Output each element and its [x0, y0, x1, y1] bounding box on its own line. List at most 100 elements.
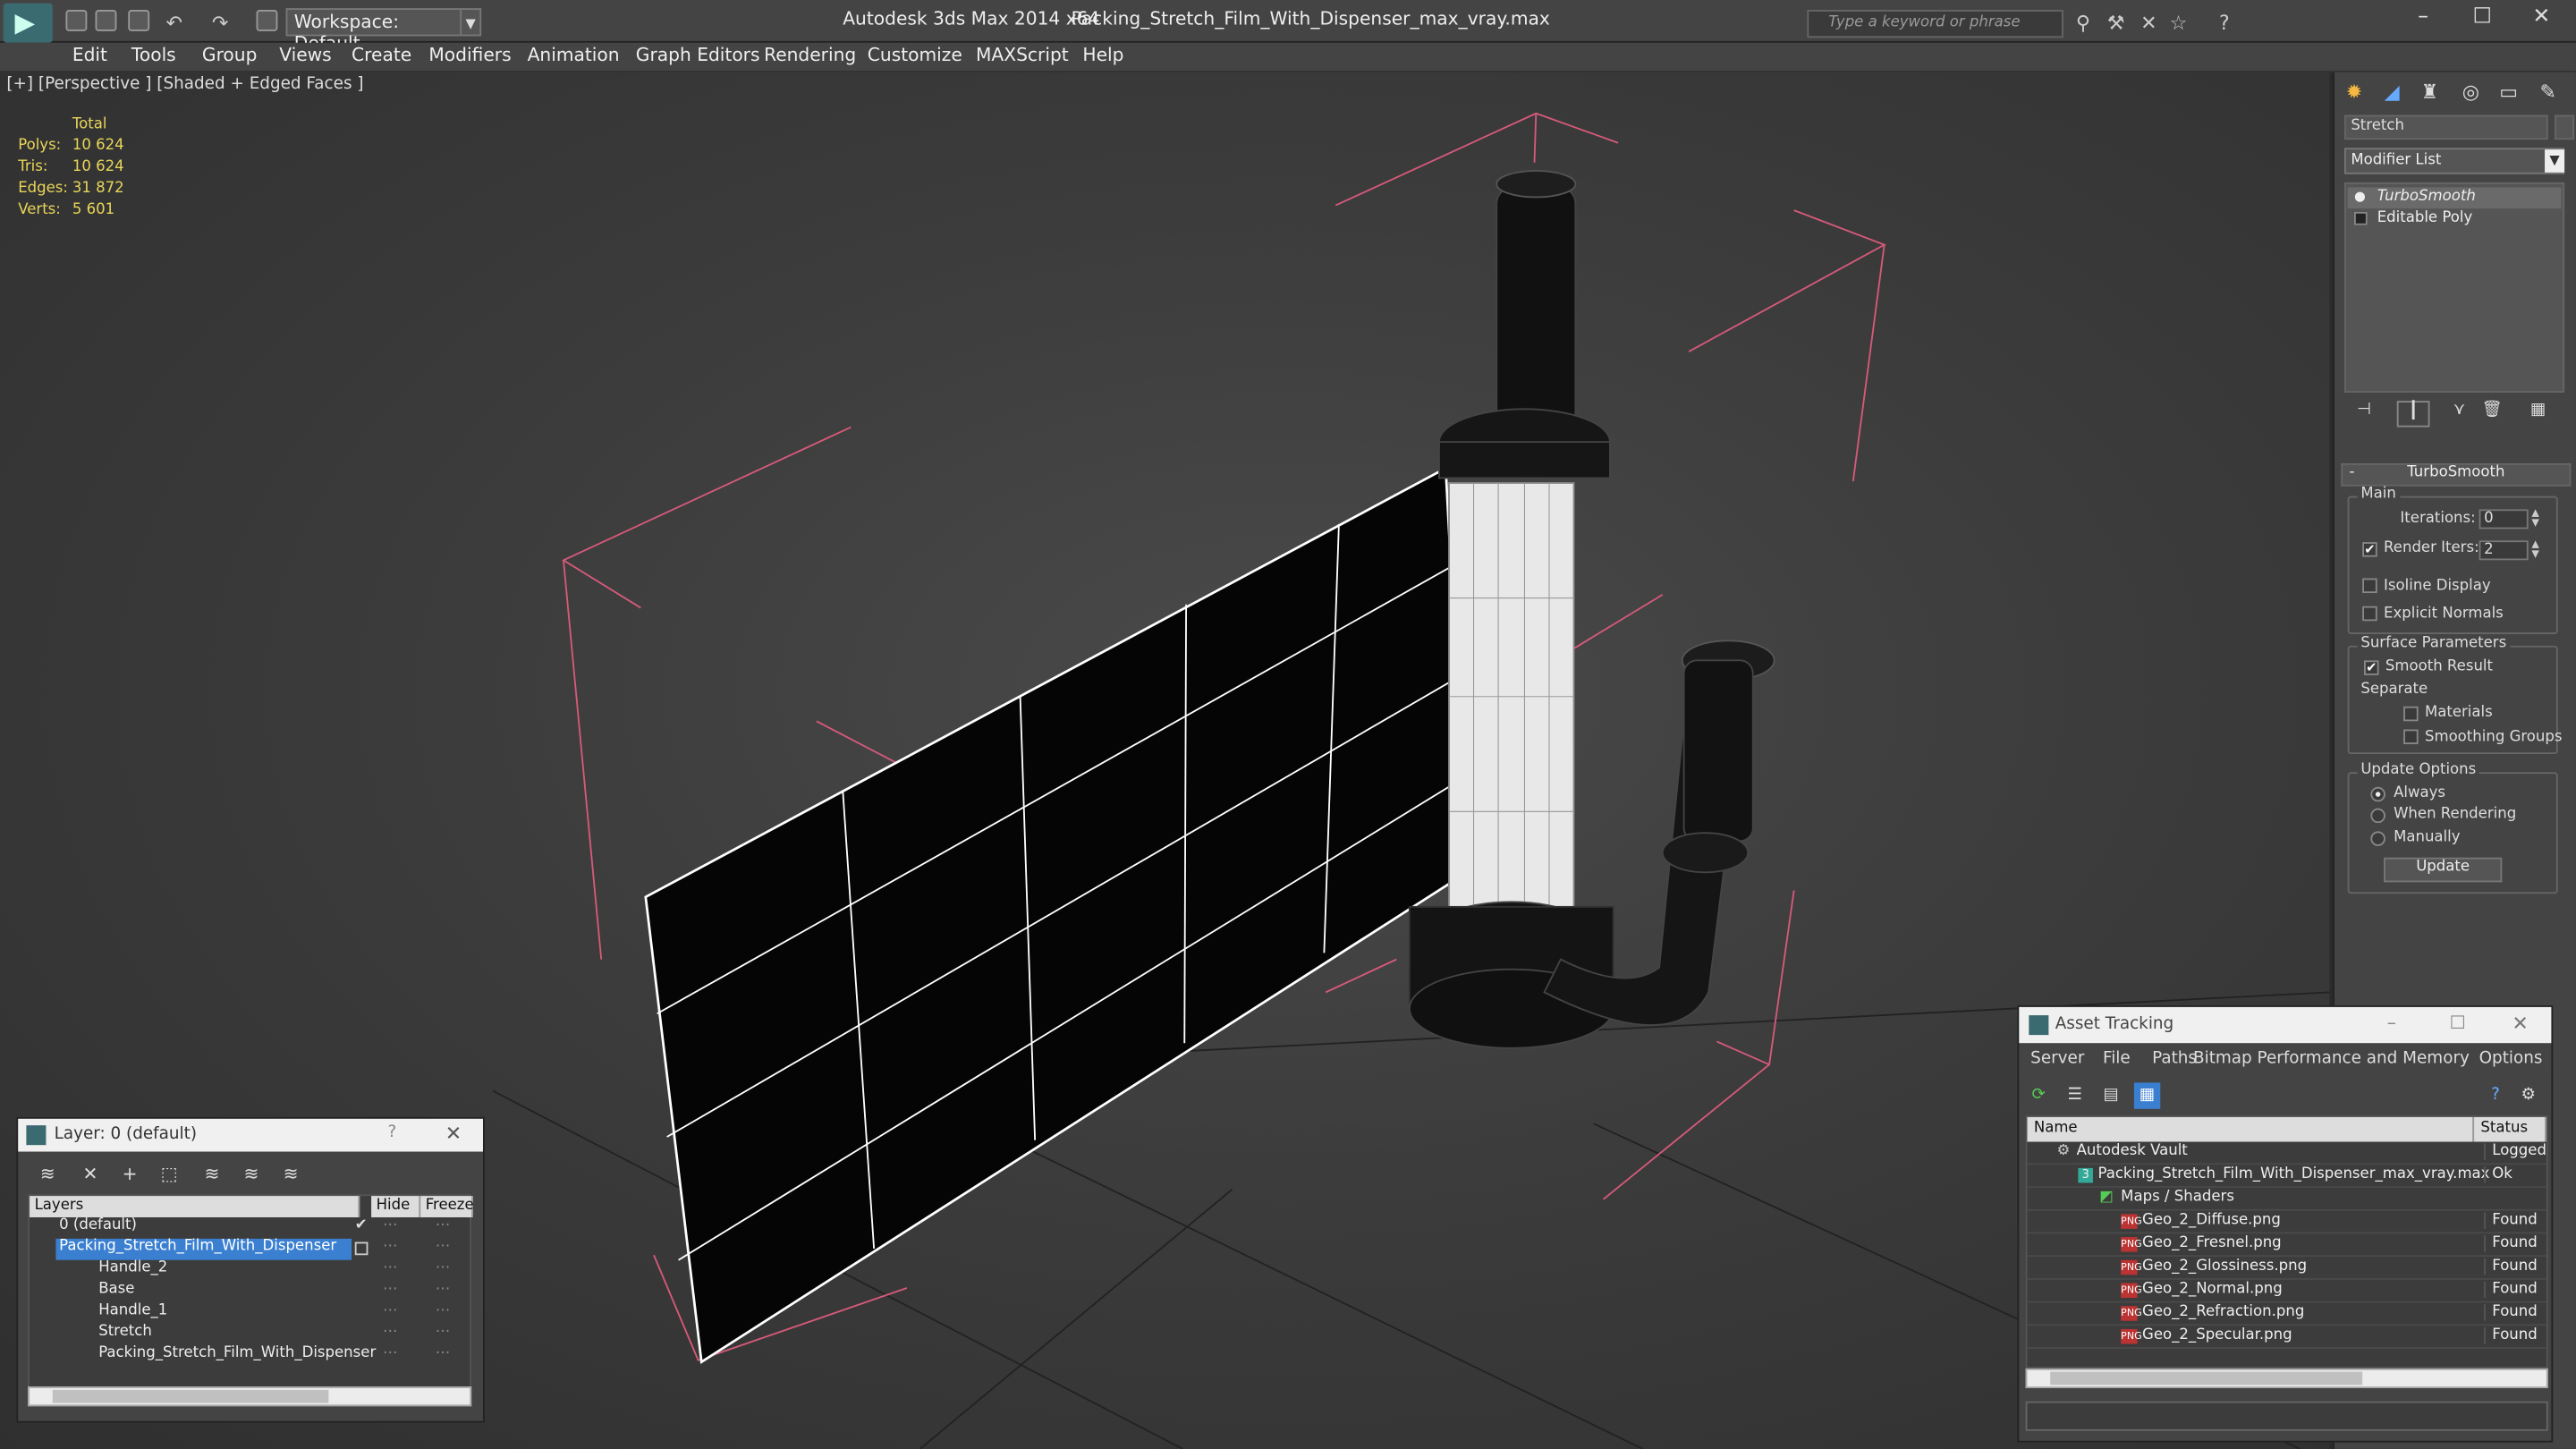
app-logo-icon[interactable]: ▶ — [3, 3, 53, 43]
open-file-icon[interactable] — [95, 10, 117, 31]
hide-toggle[interactable]: ⋯ — [383, 1324, 402, 1340]
stack-item-turbosmooth[interactable]: ● TurboSmooth — [2347, 187, 2562, 209]
always-radio[interactable] — [2370, 786, 2385, 802]
freeze-toggle[interactable]: ⋯ — [436, 1217, 455, 1233]
smooth-result-checkbox[interactable]: ✔ — [2364, 660, 2379, 675]
column-status[interactable]: Status — [2474, 1116, 2546, 1142]
spinner-arrows-icon[interactable]: ▲ ▼ — [2531, 508, 2545, 529]
freeze-toggle[interactable]: ⋯ — [436, 1345, 455, 1361]
asset-horizontal-scrollbar[interactable] — [2025, 1368, 2548, 1389]
modifier-list-dropdown[interactable]: Modifier List — [2343, 148, 2565, 174]
minimize-icon[interactable]: – — [2399, 5, 2448, 35]
freeze-toggle[interactable]: ⋯ — [436, 1303, 455, 1319]
close-icon[interactable]: ✕ — [445, 1122, 462, 1145]
table-row[interactable]: Handle_1 ⋯ ⋯ — [30, 1303, 470, 1325]
render-iters-checkbox[interactable]: ✔ — [2362, 542, 2377, 557]
menu-maxscript[interactable]: MAXScript — [976, 45, 1069, 66]
hierarchy-tab-icon[interactable]: ♜ — [2413, 77, 2446, 106]
display-tab-icon[interactable]: ▭ — [2492, 77, 2525, 106]
menu-views[interactable]: Views — [279, 45, 331, 66]
motion-tab-icon[interactable]: ◎ — [2454, 77, 2487, 106]
table-row[interactable]: ⚙ Autodesk Vault Logged C — [2027, 1142, 2546, 1165]
menu-graph-editors[interactable]: Graph Editors — [636, 45, 760, 66]
configure-modifier-sets-icon[interactable]: ▦ — [2521, 401, 2555, 427]
menu-modifiers[interactable]: Modifiers — [428, 45, 511, 66]
maximize-icon[interactable]: ☐ — [2458, 5, 2507, 35]
menu-group[interactable]: Group — [202, 45, 258, 66]
when-rendering-radio[interactable] — [2370, 808, 2385, 824]
menu-bitmap-performance[interactable]: Bitmap Performance and Memory — [2193, 1050, 2470, 1068]
workspace-dropdown[interactable]: Workspace: Default — [285, 8, 463, 55]
iterations-spinner[interactable]: 0 — [2479, 509, 2529, 530]
table-row[interactable]: Base ⋯ ⋯ — [30, 1282, 470, 1303]
column-hide[interactable]: Hide — [371, 1196, 421, 1217]
hide-toggle[interactable]: ⋯ — [383, 1260, 402, 1276]
freeze-toggle[interactable]: ⋯ — [436, 1324, 455, 1340]
viewport-label[interactable]: [+] [Perspective ] [Shaded + Edged Faces… — [6, 75, 363, 93]
remove-modifier-icon[interactable]: 🗑 — [2476, 401, 2509, 427]
pin-stack-icon[interactable]: ⊣ — [2348, 401, 2381, 427]
show-end-result-icon[interactable]: ┃ — [2396, 401, 2430, 428]
hide-toggle[interactable]: ⋯ — [383, 1303, 402, 1319]
table-row[interactable]: Handle_2 ⋯ ⋯ — [30, 1260, 470, 1282]
table-row[interactable]: ◩ Maps / Shaders — [2027, 1188, 2546, 1211]
hide-toggle[interactable]: ⋯ — [383, 1282, 402, 1298]
menu-paths[interactable]: Paths — [2152, 1050, 2197, 1068]
menu-customize[interactable]: Customize — [868, 45, 962, 66]
table-row[interactable]: PNG Geo_2_Fresnel.png Found — [2027, 1233, 2546, 1258]
smoothing-groups-checkbox[interactable] — [2403, 729, 2419, 745]
asset-dialog-titlebar[interactable]: Asset Tracking – ☐ ✕ — [2019, 1006, 2552, 1044]
hide-toggle[interactable]: ⋯ — [383, 1217, 402, 1233]
expand-icon[interactable] — [2353, 211, 2368, 225]
modifier-list-arrow-icon[interactable]: ▼ — [2545, 149, 2565, 173]
hide-toggle[interactable]: ⋯ — [383, 1239, 402, 1255]
table-row[interactable]: 3 Packing_Stretch_Film_With_Dispenser_ma… — [2027, 1165, 2546, 1188]
minimize-icon[interactable]: – — [2387, 1012, 2396, 1033]
select-in-layer-icon[interactable]: ⬚ — [156, 1162, 182, 1188]
communication-icon[interactable]: ✕ — [2136, 10, 2162, 36]
manually-radio[interactable] — [2370, 831, 2385, 846]
lightbulb-icon[interactable]: ● — [2354, 190, 2368, 204]
spinner-arrows-icon[interactable]: ▲ ▼ — [2531, 539, 2545, 560]
delete-layer-icon[interactable]: ✕ — [77, 1162, 103, 1188]
menu-rendering[interactable]: Rendering — [764, 45, 856, 66]
column-freeze[interactable]: Freeze — [420, 1196, 474, 1217]
settings-icon[interactable]: ⚙ — [2515, 1082, 2541, 1108]
new-file-icon[interactable] — [65, 10, 88, 31]
explicit-normals-checkbox[interactable] — [2362, 606, 2377, 622]
utilities-tab-icon[interactable]: ✎ — [2531, 77, 2564, 106]
save-file-icon[interactable] — [128, 10, 150, 31]
make-unique-icon[interactable]: ⋎ — [2443, 401, 2476, 427]
create-tab-icon[interactable]: ✹ — [2338, 77, 2371, 106]
turbosmooth-rollout-header[interactable]: - TurboSmooth — [2341, 462, 2572, 487]
table-row[interactable]: PNG Geo_2_Diffuse.png Found — [2027, 1211, 2546, 1234]
help-icon[interactable]: ? — [2482, 1082, 2508, 1108]
table-row[interactable]: PNG Geo_2_Glossiness.png Found — [2027, 1257, 2546, 1280]
object-color-swatch[interactable] — [2555, 114, 2575, 140]
freeze-toggle[interactable]: ⋯ — [436, 1260, 455, 1276]
hide-toggle[interactable]: ⋯ — [383, 1345, 402, 1361]
details-view-icon[interactable]: ▤ — [2097, 1082, 2123, 1108]
table-row[interactable]: Stretch ⋯ ⋯ — [30, 1324, 470, 1345]
table-row[interactable]: PNG Geo_2_Refraction.png Found — [2027, 1303, 2546, 1326]
active-layer-check-icon[interactable]: ✔ — [355, 1217, 368, 1233]
freeze-toggle[interactable]: ⋯ — [436, 1282, 455, 1298]
column-layers[interactable]: Layers — [30, 1196, 360, 1217]
workspace-menu-arrow-icon[interactable]: ▼ — [460, 8, 482, 37]
highlight-layer-icon[interactable]: ≋ — [199, 1162, 225, 1188]
update-button[interactable]: Update — [2384, 857, 2503, 883]
menu-file[interactable]: File — [2103, 1050, 2131, 1068]
project-folder-icon[interactable] — [256, 10, 278, 31]
menu-help[interactable]: Help — [1082, 45, 1123, 66]
column-name[interactable]: Name — [2027, 1116, 2475, 1142]
undo-icon[interactable]: ↶ — [161, 10, 187, 36]
freeze-all-layers-icon[interactable]: ≋ — [277, 1162, 303, 1188]
menu-create[interactable]: Create — [352, 45, 411, 66]
object-name-field[interactable]: Stretch — [2343, 114, 2548, 140]
freeze-toggle[interactable]: ⋯ — [436, 1239, 455, 1255]
table-row[interactable]: 0 (default) ✔ ⋯ ⋯ — [30, 1217, 470, 1239]
menu-server[interactable]: Server — [2030, 1050, 2084, 1068]
render-iters-spinner[interactable]: 2 — [2479, 540, 2529, 561]
refresh-icon[interactable]: ⟳ — [2026, 1082, 2052, 1108]
close-icon[interactable]: ✕ — [2512, 1012, 2528, 1035]
